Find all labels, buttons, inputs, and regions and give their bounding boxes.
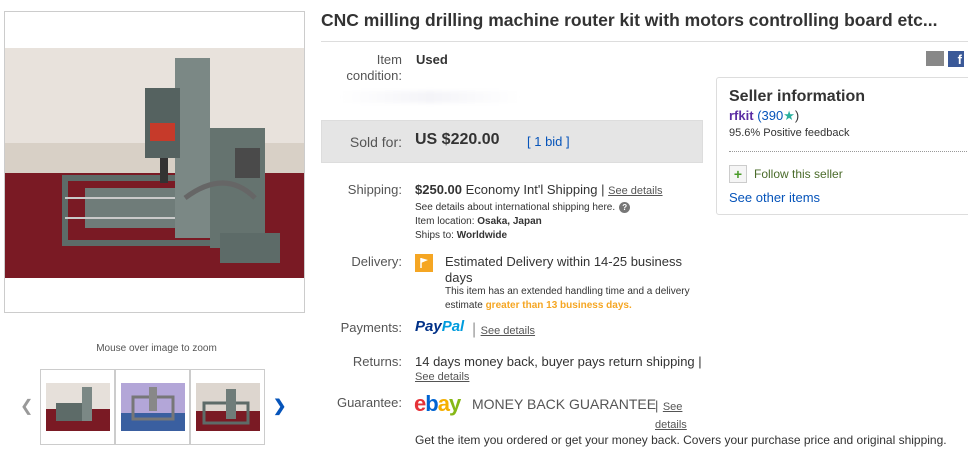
- main-product-image[interactable]: [4, 11, 305, 313]
- thumbnail-3[interactable]: [190, 369, 265, 445]
- location-label: Item location:: [415, 216, 475, 227]
- title-divider: [321, 41, 968, 42]
- thumbnail-image: [196, 383, 260, 431]
- plus-icon[interactable]: +: [729, 165, 747, 183]
- intl-shipping-note[interactable]: See details about international shipping…: [415, 202, 615, 213]
- separator: |: [472, 321, 477, 338]
- guarantee-description: Get the item you ordered or get your mon…: [415, 433, 947, 447]
- cnc-machine-image: [5, 48, 304, 278]
- condition-value: Used: [416, 52, 448, 67]
- returns-label: Returns:: [352, 354, 402, 369]
- thumbnail-2[interactable]: [115, 369, 190, 445]
- delivery-value: Estimated Delivery within 14-25 business…: [445, 254, 682, 285]
- delivery-note-emphasis: greater than 13 business days.: [485, 300, 632, 311]
- paypal-logo: PayPal: [415, 318, 465, 335]
- returns-value: 14 days money back, buyer pays return sh…: [415, 354, 702, 369]
- shipping-see-details-link[interactable]: See details: [608, 185, 662, 197]
- ships-to-value: Worldwide: [456, 230, 508, 241]
- ebay-logo: ebay: [414, 391, 461, 416]
- sold-label: Sold for:: [349, 134, 402, 150]
- share-icons: f: [926, 51, 964, 67]
- dotted-divider: [729, 151, 968, 152]
- separator: |: [601, 182, 605, 197]
- help-icon[interactable]: ?: [619, 201, 631, 213]
- money-back-guarantee: MONEY BACK GUARANTEE: [472, 396, 657, 412]
- see-other-items-link[interactable]: See other items: [729, 190, 820, 205]
- bid-count-link[interactable]: [ 1 bid ]: [527, 134, 570, 149]
- guarantee-links: | See details: [655, 397, 695, 433]
- zoom-hint: Mouse over image to zoom: [96, 343, 217, 354]
- star-icon: ★: [783, 108, 795, 123]
- shipping-label: Shipping:: [347, 182, 402, 197]
- chevron-right-icon[interactable]: ❯: [273, 396, 286, 416]
- condition-label: Item condition:: [346, 52, 402, 83]
- thumbnail-1[interactable]: [40, 369, 115, 445]
- payments-links: | See details: [472, 321, 535, 339]
- follow-seller-link[interactable]: Follow this seller: [754, 167, 843, 181]
- email-share-icon[interactable]: [926, 51, 944, 66]
- seller-username-link[interactable]: rfkit: [729, 108, 754, 123]
- guarantee-label: Guarantee:: [336, 395, 402, 410]
- shipping-info: See details about international shipping…: [415, 201, 631, 243]
- seller-information-box: Seller information rfkit (390★) 95.6% Po…: [716, 77, 968, 215]
- delivery-note: This item has an extended handling time …: [445, 285, 695, 313]
- ships-to-label: Ships to:: [415, 230, 454, 241]
- seller-title: Seller information: [729, 88, 866, 105]
- seller-name: rfkit (390★): [729, 108, 799, 124]
- separator: |: [655, 398, 659, 413]
- guarantee-see-details-link[interactable]: See details: [655, 401, 687, 431]
- feedback-score[interactable]: (390: [757, 108, 783, 123]
- feedback-score-close: ): [794, 108, 800, 123]
- location-value: Osaka, Japan: [477, 216, 542, 227]
- flag-icon: [415, 254, 433, 272]
- chevron-left-icon[interactable]: ❮: [20, 396, 33, 416]
- shipping-value: $250.00 Economy Int'l Shipping | See det…: [415, 182, 663, 199]
- payments-see-details-link[interactable]: See details: [481, 325, 535, 337]
- positive-feedback: 95.6% Positive feedback: [729, 127, 850, 139]
- shipping-service: Economy Int'l Shipping: [465, 182, 598, 197]
- delivery-label: Delivery:: [351, 254, 402, 269]
- thumbnail-image: [46, 383, 110, 431]
- blurred-text: [340, 91, 520, 103]
- returns-see-details-link[interactable]: See details: [415, 371, 469, 383]
- facebook-share-icon[interactable]: f: [948, 51, 964, 67]
- payments-label: Payments:: [340, 320, 402, 335]
- sold-price: US $220.00: [415, 131, 500, 148]
- thumbnail-image: [121, 383, 185, 431]
- page-title: CNC milling drilling machine router kit …: [321, 10, 938, 30]
- shipping-cost: $250.00: [415, 182, 462, 197]
